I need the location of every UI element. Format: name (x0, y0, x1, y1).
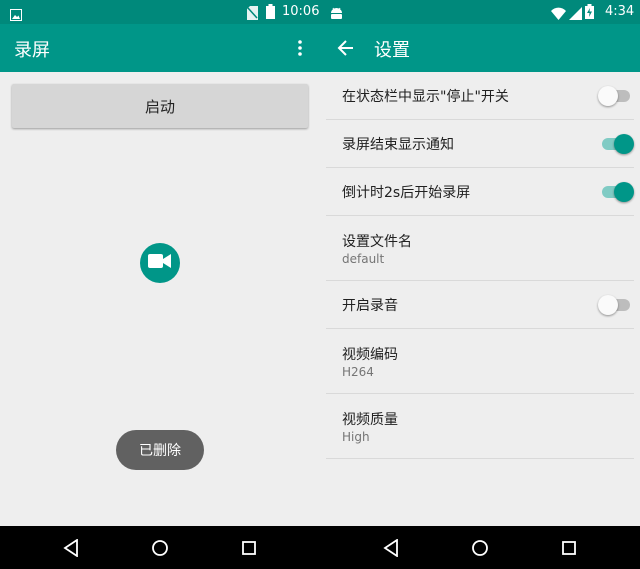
settings-screen: 4:34 设置 在状态栏中显示"停止"开关 录屏结束显示通知 倒计时2s后开始录… (320, 0, 640, 526)
setting-file-name[interactable]: 设置文件名 default (326, 216, 634, 281)
setting-video-encoder[interactable]: 视频编码 H264 (326, 329, 634, 394)
signal-icon (569, 5, 582, 24)
show-stop-toggle[interactable] (598, 86, 634, 106)
nav-home-icon[interactable] (149, 537, 171, 559)
battery-icon (266, 4, 275, 23)
setting-countdown[interactable]: 倒计时2s后开始录屏 (326, 168, 634, 216)
setting-value: H264 (342, 365, 374, 379)
app-bar: 录屏 (0, 24, 320, 72)
no-sim-icon (247, 5, 258, 24)
setting-record-audio[interactable]: 开启录音 (326, 281, 634, 329)
app-bar: 设置 (320, 24, 640, 72)
status-time: 10:06 (282, 4, 320, 19)
page-title: 录屏 (14, 40, 50, 61)
setting-label: 在状态栏中显示"停止"开关 (342, 89, 509, 105)
nav-recents-icon[interactable] (558, 537, 580, 559)
setting-label: 倒计时2s后开始录屏 (342, 185, 471, 201)
wifi-icon (551, 5, 566, 24)
setting-label: 设置文件名 (342, 234, 412, 250)
status-bar: 4:34 (320, 0, 640, 24)
setting-show-stop-switch[interactable]: 在状态栏中显示"停止"开关 (326, 72, 634, 120)
status-bar: 10:06 (0, 0, 320, 24)
record-button[interactable] (140, 243, 180, 283)
videocam-icon (148, 252, 172, 274)
start-button[interactable]: 启动 (12, 84, 308, 128)
record-audio-toggle[interactable] (598, 295, 634, 315)
page-title: 设置 (374, 40, 410, 61)
settings-list: 在状态栏中显示"停止"开关 录屏结束显示通知 倒计时2s后开始录屏 设置文件名 … (320, 72, 640, 459)
setting-label: 视频质量 (342, 412, 398, 428)
setting-video-quality[interactable]: 视频质量 High (326, 394, 634, 459)
battery-charging-icon (585, 4, 594, 23)
setting-value: default (342, 252, 385, 266)
status-time: 4:34 (605, 4, 635, 19)
nav-recents-icon[interactable] (238, 537, 260, 559)
toast-message: 已删除 (116, 430, 204, 470)
setting-label: 视频编码 (342, 347, 398, 363)
setting-finish-notification[interactable]: 录屏结束显示通知 (326, 120, 634, 168)
setting-label: 开启录音 (342, 298, 398, 314)
setting-value: High (342, 430, 370, 444)
recorder-screen: 10:06 录屏 启动 已删除 (0, 0, 320, 526)
nav-back-icon[interactable] (380, 537, 402, 559)
finish-notification-toggle[interactable] (598, 134, 634, 154)
overflow-menu-icon[interactable] (290, 38, 310, 58)
back-arrow-icon[interactable] (336, 38, 356, 58)
countdown-toggle[interactable] (598, 182, 634, 202)
image-icon (10, 6, 22, 25)
navigation-bar (0, 526, 640, 569)
android-icon (330, 5, 343, 24)
nav-home-icon[interactable] (469, 537, 491, 559)
setting-label: 录屏结束显示通知 (342, 137, 454, 153)
nav-back-icon[interactable] (60, 537, 82, 559)
